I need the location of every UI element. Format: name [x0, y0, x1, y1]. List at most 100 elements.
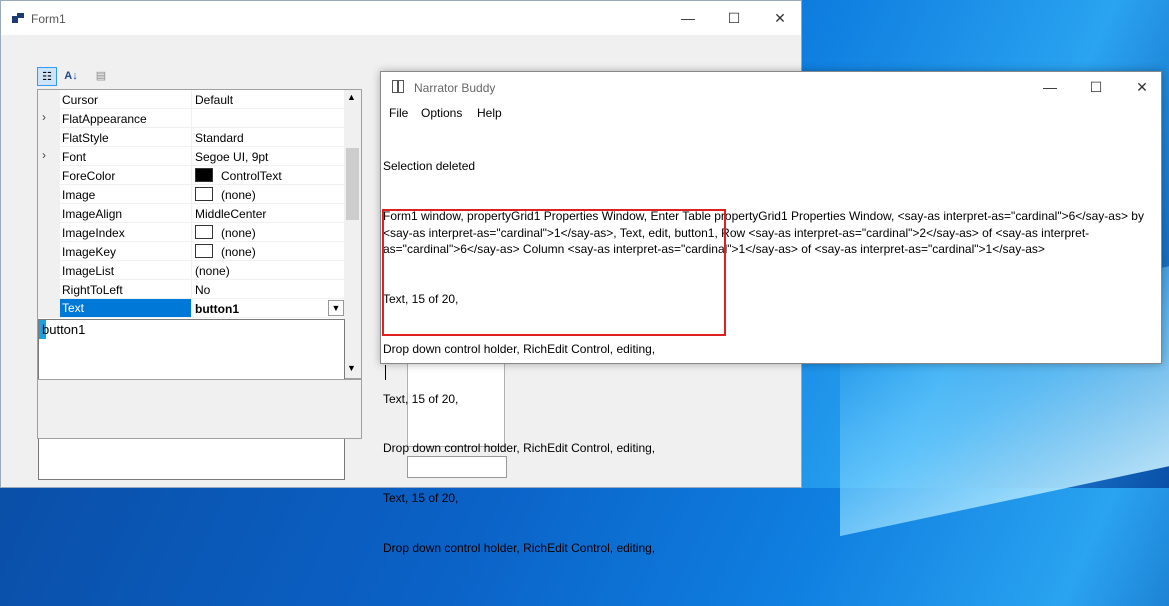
property-row[interactable]: ImageKey (none): [38, 242, 345, 261]
row-gutter: [38, 185, 60, 204]
log-line: Selection deleted: [383, 159, 476, 174]
log-line: Text, 15 of 20,: [383, 491, 459, 506]
property-row[interactable]: ForeColor ControlText: [38, 166, 345, 185]
narrator-buddy-window: Narrator Buddy — ☐ ✕ File Options Help S…: [380, 71, 1162, 555]
text-caret: [385, 365, 386, 380]
property-row[interactable]: › Font Segoe UI, 9pt: [38, 147, 345, 166]
narrator-titlebar: Narrator Buddy — ☐ ✕: [381, 72, 1161, 102]
column-divider: [191, 204, 192, 223]
property-value[interactable]: button1: [195, 302, 239, 316]
menu-file[interactable]: File: [389, 106, 408, 120]
row-gutter: [38, 299, 60, 318]
property-value[interactable]: Segoe UI, 9pt: [195, 150, 268, 164]
dropdown-text-value[interactable]: button1: [42, 322, 85, 337]
property-row[interactable]: RightToLeft No: [38, 280, 345, 299]
property-name: Font: [62, 150, 87, 164]
form1-titlebar: Form1 — ☐ ✕: [1, 1, 801, 35]
property-value[interactable]: No: [195, 283, 210, 297]
highlight-box: [382, 209, 726, 336]
property-value[interactable]: Standard: [195, 131, 244, 145]
value-swatch: [195, 244, 213, 258]
alphabetical-sort-icon[interactable]: A↓: [61, 67, 81, 86]
property-value[interactable]: (none): [221, 245, 256, 259]
menu-options[interactable]: Options: [421, 106, 462, 120]
narrator-log[interactable]: Selection deleted Form1 window, property…: [383, 125, 1153, 606]
column-divider: [191, 261, 192, 280]
log-line: Drop down control holder, RichEdit Contr…: [383, 341, 656, 356]
row-gutter: [38, 280, 60, 299]
value-swatch: [195, 225, 213, 239]
column-divider: [191, 147, 192, 166]
property-row[interactable]: Image (none): [38, 185, 345, 204]
property-name: ImageIndex: [62, 226, 125, 240]
property-grid-scrollbar[interactable]: ▲ ▼: [344, 90, 361, 378]
column-divider: [191, 280, 192, 299]
chevron-down-icon[interactable]: ▼: [328, 300, 344, 316]
property-value[interactable]: MiddleCenter: [195, 207, 266, 221]
column-divider: [191, 223, 192, 242]
property-name: ImageAlign: [62, 207, 123, 221]
property-row[interactable]: Text button1 ▼: [38, 299, 345, 318]
property-value[interactable]: (none): [195, 264, 230, 278]
column-divider: [191, 185, 192, 204]
property-name: FlatStyle: [62, 131, 109, 145]
column-divider: [191, 90, 192, 109]
property-value[interactable]: (none): [221, 188, 256, 202]
column-divider: [191, 166, 192, 185]
close-button[interactable]: ✕: [757, 1, 803, 35]
form-app-icon: [12, 13, 24, 23]
property-name: FlatAppearance: [62, 112, 147, 126]
value-swatch: [195, 187, 213, 201]
log-line: Drop down control holder, RichEdit Contr…: [383, 540, 656, 555]
property-row[interactable]: › FlatAppearance: [38, 109, 345, 128]
menu-help[interactable]: Help: [477, 106, 502, 120]
row-gutter: [38, 128, 60, 147]
row-gutter: [38, 166, 60, 185]
log-line: Drop down control holder, RichEdit Contr…: [383, 441, 656, 456]
property-name: ForeColor: [62, 169, 116, 183]
narrator-menubar: File Options Help: [381, 102, 1161, 124]
gift-icon: [392, 80, 404, 93]
property-name: ImageList: [62, 264, 115, 278]
property-value[interactable]: (none): [221, 226, 256, 240]
property-name: Image: [62, 188, 96, 202]
property-row[interactable]: ImageIndex (none): [38, 223, 345, 242]
property-row[interactable]: FlatStyle Standard: [38, 128, 345, 147]
narrator-close-button[interactable]: ✕: [1119, 72, 1165, 102]
scrollbar-thumb[interactable]: [346, 148, 359, 220]
maximize-button[interactable]: ☐: [711, 1, 757, 35]
row-gutter: [38, 90, 60, 109]
column-divider: [191, 242, 192, 261]
property-description-pane: [37, 379, 362, 439]
property-row[interactable]: Cursor Default: [38, 90, 345, 109]
property-row[interactable]: ImageList (none): [38, 261, 345, 280]
property-name: Text: [60, 299, 191, 317]
categorized-icon[interactable]: ☷: [37, 67, 57, 86]
column-divider: [191, 299, 192, 318]
value-swatch: [195, 168, 213, 182]
property-name: RightToLeft: [62, 283, 123, 297]
property-name: Cursor: [62, 93, 99, 107]
scroll-up-icon[interactable]: ▲: [347, 92, 356, 102]
narrator-title: Narrator Buddy: [414, 81, 496, 95]
property-name: ImageKey: [62, 245, 117, 259]
form1-title: Form1: [31, 12, 66, 26]
property-row[interactable]: ImageAlign MiddleCenter: [38, 204, 345, 223]
property-grid-toolbar: ☷ A↓ ▤: [37, 67, 127, 87]
row-gutter: [38, 204, 60, 223]
property-value[interactable]: Default: [195, 93, 233, 107]
row-gutter: [38, 261, 60, 280]
expand-chevron-icon[interactable]: ›: [42, 148, 46, 162]
row-gutter: [38, 242, 60, 261]
column-divider: [191, 109, 192, 128]
expand-chevron-icon[interactable]: ›: [42, 110, 46, 124]
property-value[interactable]: ControlText: [221, 169, 282, 183]
row-gutter: [38, 223, 60, 242]
property-pages-icon[interactable]: ▤: [91, 67, 111, 86]
scroll-down-icon[interactable]: ▼: [347, 363, 356, 373]
narrator-maximize-button[interactable]: ☐: [1073, 72, 1119, 102]
log-line: Text, 15 of 20,: [383, 391, 459, 406]
minimize-button[interactable]: —: [665, 1, 711, 35]
column-divider: [191, 128, 192, 147]
narrator-minimize-button[interactable]: —: [1027, 72, 1073, 102]
